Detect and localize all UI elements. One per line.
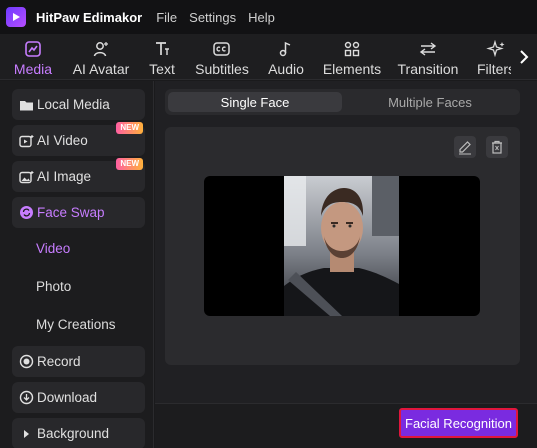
delete-button[interactable] [486, 136, 508, 158]
tab-subtitles[interactable]: Subtitles [193, 38, 251, 78]
multiple-faces-tab[interactable]: Multiple Faces [342, 92, 518, 112]
text-icon [153, 38, 171, 59]
single-face-tab[interactable]: Single Face [168, 92, 342, 112]
sidebar-item-background[interactable]: Background [12, 418, 145, 448]
action-bar: Facial Recognition [155, 403, 537, 448]
tab-scroll-right-button[interactable] [511, 40, 537, 74]
pencil-icon [459, 141, 471, 155]
tab-media[interactable]: Media [12, 38, 54, 78]
sub-item-video[interactable]: Video [36, 241, 70, 256]
record-icon [17, 354, 35, 369]
app-title: HitPaw Edimakor [36, 9, 143, 25]
download-icon [17, 390, 35, 405]
title-bar: HitPaw Edimakor File Settings Help [0, 0, 537, 34]
ai-image-icon [17, 170, 35, 184]
elements-icon [343, 38, 361, 59]
audio-icon [277, 38, 295, 59]
app-logo-icon [6, 7, 26, 27]
tab-text[interactable]: Text [146, 38, 178, 78]
face-thumbnail [284, 176, 399, 316]
chevron-right-icon [520, 50, 529, 64]
sidebar: Local Media AI Video NEW AI Image NEW Fa… [0, 81, 154, 448]
facial-recognition-button[interactable]: Facial Recognition [399, 408, 518, 438]
sidebar-item-face-swap[interactable]: Face Swap [12, 197, 145, 228]
menu-help[interactable]: Help [248, 10, 275, 25]
caret-right-icon [17, 428, 35, 440]
transition-icon [418, 38, 438, 59]
video-preview[interactable] [204, 176, 480, 316]
sidebar-item-download[interactable]: Download [12, 382, 145, 413]
menu-file[interactable]: File [156, 10, 177, 25]
sidebar-item-record[interactable]: Record [12, 346, 145, 377]
tab-ai-avatar[interactable]: AI Avatar [70, 38, 132, 78]
sub-item-photo[interactable]: Photo [36, 279, 71, 294]
sidebar-item-local-media[interactable]: Local Media [12, 89, 145, 120]
face-swap-icon [17, 205, 35, 220]
main-panel: Single Face Multiple Faces Facial Recogn… [155, 81, 537, 448]
tab-elements[interactable]: Elements [322, 38, 382, 78]
new-badge: NEW [116, 158, 143, 170]
sidebar-item-ai-video[interactable]: AI Video NEW [12, 122, 145, 156]
menu-settings[interactable]: Settings [189, 10, 236, 25]
folder-icon [17, 98, 35, 112]
tab-transition[interactable]: Transition [396, 38, 460, 78]
tab-audio[interactable]: Audio [266, 38, 306, 78]
media-icon [24, 38, 42, 59]
ai-avatar-icon [92, 38, 110, 59]
face-mode-segment: Single Face Multiple Faces [165, 89, 520, 115]
trash-icon [492, 140, 502, 154]
sidebar-item-ai-image[interactable]: AI Image NEW [12, 158, 145, 192]
ai-video-icon [17, 134, 35, 148]
new-badge: NEW [116, 122, 143, 134]
tab-bar: Media AI Avatar Text Subtitles Audio Ele… [0, 34, 537, 80]
edit-button[interactable] [454, 136, 476, 158]
preview-panel [165, 127, 520, 365]
sub-item-my-creations[interactable]: My Creations [36, 317, 116, 332]
filters-icon [486, 38, 506, 59]
tab-filters[interactable]: Filters [476, 38, 516, 78]
subtitles-icon [212, 38, 232, 59]
